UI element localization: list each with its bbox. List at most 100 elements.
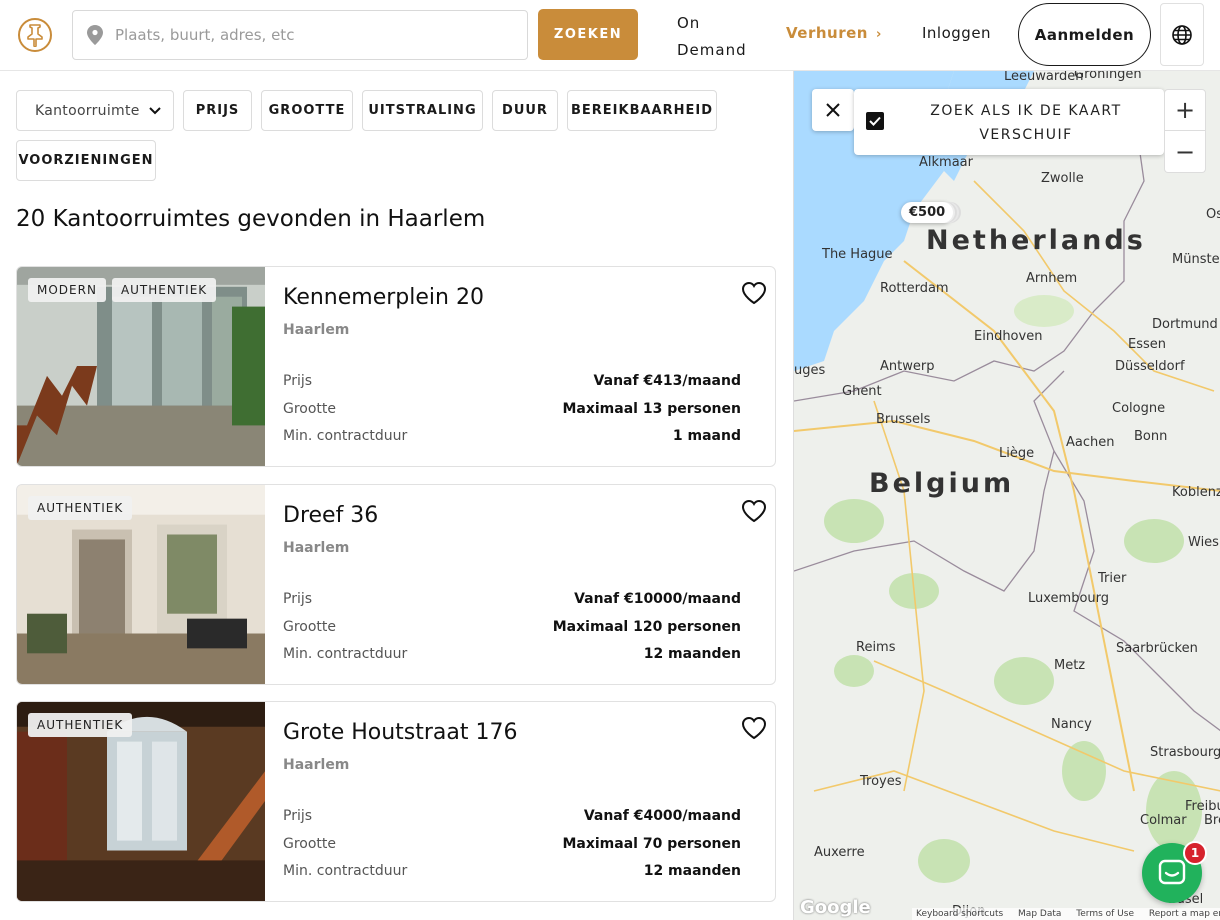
report-error-link[interactable]: Report a map error xyxy=(1149,909,1220,919)
map-city-label: Aachen xyxy=(1066,435,1115,450)
style-badge: MODERN xyxy=(28,278,106,302)
duration-label: Min. contractduur xyxy=(283,428,408,444)
map-city-label: Bonn xyxy=(1134,429,1168,444)
favorite-heart-icon[interactable] xyxy=(739,279,769,307)
listing-title[interactable]: Kennemerplein 20 xyxy=(283,285,484,310)
filter-prijs[interactable]: PRIJS xyxy=(183,90,252,131)
size-label: Grootte xyxy=(283,836,337,852)
logo-pin-icon[interactable] xyxy=(18,18,52,52)
google-logo: Google xyxy=(800,897,871,918)
map-city-label: Nancy xyxy=(1051,717,1092,732)
map-country-label: Netherlands xyxy=(926,225,1146,256)
search-on-move-toggle[interactable]: ZOEK ALS IK DE KAART VERSCHUIF xyxy=(854,89,1164,155)
listing-city: Haarlem xyxy=(283,757,350,773)
map-city-label: uges xyxy=(794,363,826,378)
space-type-select[interactable]: Kantoorruimte xyxy=(16,90,174,131)
location-pin-icon xyxy=(87,25,103,45)
map-city-label: Saarbrücken xyxy=(1116,641,1198,656)
map-close-icon[interactable] xyxy=(812,89,854,131)
login-link[interactable]: Inloggen xyxy=(922,24,991,42)
duration-value: 12 maanden xyxy=(643,646,741,662)
listing-city: Haarlem xyxy=(283,540,350,556)
zoom-out-button[interactable]: − xyxy=(1164,131,1206,173)
duration-label: Min. contractduur xyxy=(283,646,408,662)
listing-card[interactable]: MODERN AUTHENTIEK Kennemerplein 20 Haarl… xyxy=(16,266,776,467)
map-city-label: Eindhoven xyxy=(974,329,1043,344)
filter-duur[interactable]: DUUR xyxy=(492,90,558,131)
listing-size-row: Grootte Maximaal 120 personen xyxy=(283,619,741,635)
price-value: Vanaf €10000/maand xyxy=(574,591,741,607)
nav-verhuren[interactable]: Verhuren › xyxy=(786,24,882,42)
filter-voorzieningen[interactable]: VOORZIENINGEN xyxy=(16,140,156,181)
keyboard-shortcuts-link[interactable]: Keyboard shortcuts xyxy=(916,909,1003,919)
map-city-label: Reims xyxy=(856,640,896,655)
chevron-down-icon xyxy=(149,106,161,114)
size-label: Grootte xyxy=(283,401,337,417)
map-attribution: Keyboard shortcuts Map Data Terms of Use… xyxy=(912,908,1220,920)
top-header: ZOEKEN On Demand Verhuren › Inloggen Aanm… xyxy=(0,0,1220,71)
map-city-label: Arnhem xyxy=(1026,271,1078,286)
map-city-label: Alkmaar xyxy=(919,155,973,170)
map-city-label: Cologne xyxy=(1112,401,1166,416)
badge-group: AUTHENTIEK xyxy=(28,496,133,520)
map-city-label: Koblenz xyxy=(1172,485,1220,500)
map-city-label: Luxembourg xyxy=(1028,591,1110,606)
map-city-label: Breis xyxy=(1204,813,1220,828)
chevron-right-icon: › xyxy=(875,27,882,42)
filter-uitstraling[interactable]: UITSTRALING xyxy=(362,90,483,131)
search-button[interactable]: ZOEKEN xyxy=(538,9,638,60)
listing-size-row: Grootte Maximaal 13 personen xyxy=(283,401,741,417)
map-city-label: Leeuwarden xyxy=(1004,71,1084,84)
map-city-label: Colmar xyxy=(1140,813,1187,828)
nav-on-demand[interactable]: On Demand xyxy=(677,10,767,64)
style-badge: AUTHENTIEK xyxy=(28,713,133,737)
price-value: Vanaf €413/maand xyxy=(593,373,741,389)
map-city-label: Wiesb xyxy=(1188,535,1220,550)
size-label: Grootte xyxy=(283,619,337,635)
map-city-label: The Hague xyxy=(822,247,893,262)
favorite-heart-icon[interactable] xyxy=(739,497,769,525)
terms-link[interactable]: Terms of Use xyxy=(1076,909,1134,919)
map-city-label: Groningen xyxy=(1074,71,1142,82)
map-city-label: Trier xyxy=(1098,571,1127,586)
listing-duration-row: Min. contractduur 1 maand xyxy=(283,428,741,444)
filter-grootte[interactable]: GROOTTE xyxy=(261,90,353,131)
style-badge: AUTHENTIEK xyxy=(111,278,217,302)
map-price-marker[interactable]: €500 xyxy=(901,202,954,223)
listing-price-row: Prijs Vanaf €10000/maand xyxy=(283,591,741,607)
badge-group: AUTHENTIEK xyxy=(28,713,133,737)
size-value: Maximaal 120 personen xyxy=(552,619,741,635)
listing-card[interactable]: AUTHENTIEK Grote Houtstraat 176 Haarlem … xyxy=(16,701,776,902)
map-city-label: Troyes xyxy=(860,774,902,789)
listing-duration-row: Min. contractduur 12 maanden xyxy=(283,863,741,879)
map-panel[interactable]: Leeuwarden Groningen Alkmaar Zwolle The … xyxy=(793,71,1220,920)
language-globe-icon[interactable] xyxy=(1160,3,1204,66)
duration-label: Min. contractduur xyxy=(283,863,408,879)
map-city-label: Rotterdam xyxy=(880,281,949,296)
map-data-link[interactable]: Map Data xyxy=(1018,909,1061,919)
listing-title[interactable]: Dreef 36 xyxy=(283,503,378,528)
filter-bereikbaarheid[interactable]: BEREIKBAARHEID xyxy=(567,90,717,131)
map-city-label: Auxerre xyxy=(814,845,865,860)
map-city-label: Metz xyxy=(1054,658,1086,673)
nav-verhuren-label: Verhuren xyxy=(786,24,868,42)
zoom-in-button[interactable]: + xyxy=(1164,89,1206,131)
listing-duration-row: Min. contractduur 12 maanden xyxy=(283,646,741,662)
search-on-move-label: ZOEK ALS IK DE KAART VERSCHUIF xyxy=(930,103,1122,143)
map-city-label: Dortmund xyxy=(1152,317,1218,332)
style-badge: AUTHENTIEK xyxy=(28,496,133,520)
space-type-value: Kantoorruimte xyxy=(35,102,140,119)
search-input[interactable] xyxy=(115,26,495,44)
listing-card[interactable]: AUTHENTIEK Dreef 36 Haarlem Prijs Vanaf €… xyxy=(16,484,776,685)
map-city-label: Freibu xyxy=(1185,799,1220,814)
signup-button[interactable]: Aanmelden xyxy=(1018,3,1151,66)
map-city-label: Essen xyxy=(1128,337,1166,352)
badge-group: MODERN AUTHENTIEK xyxy=(28,278,217,302)
favorite-heart-icon[interactable] xyxy=(739,714,769,742)
listing-price-row: Prijs Vanaf €4000/maand xyxy=(283,808,741,824)
map-city-label: Düsseldorf xyxy=(1115,359,1185,374)
checkbox-checked-icon[interactable] xyxy=(866,112,884,130)
duration-value: 1 maand xyxy=(672,428,741,444)
search-field[interactable] xyxy=(72,10,528,60)
listing-title[interactable]: Grote Houtstraat 176 xyxy=(283,720,518,745)
